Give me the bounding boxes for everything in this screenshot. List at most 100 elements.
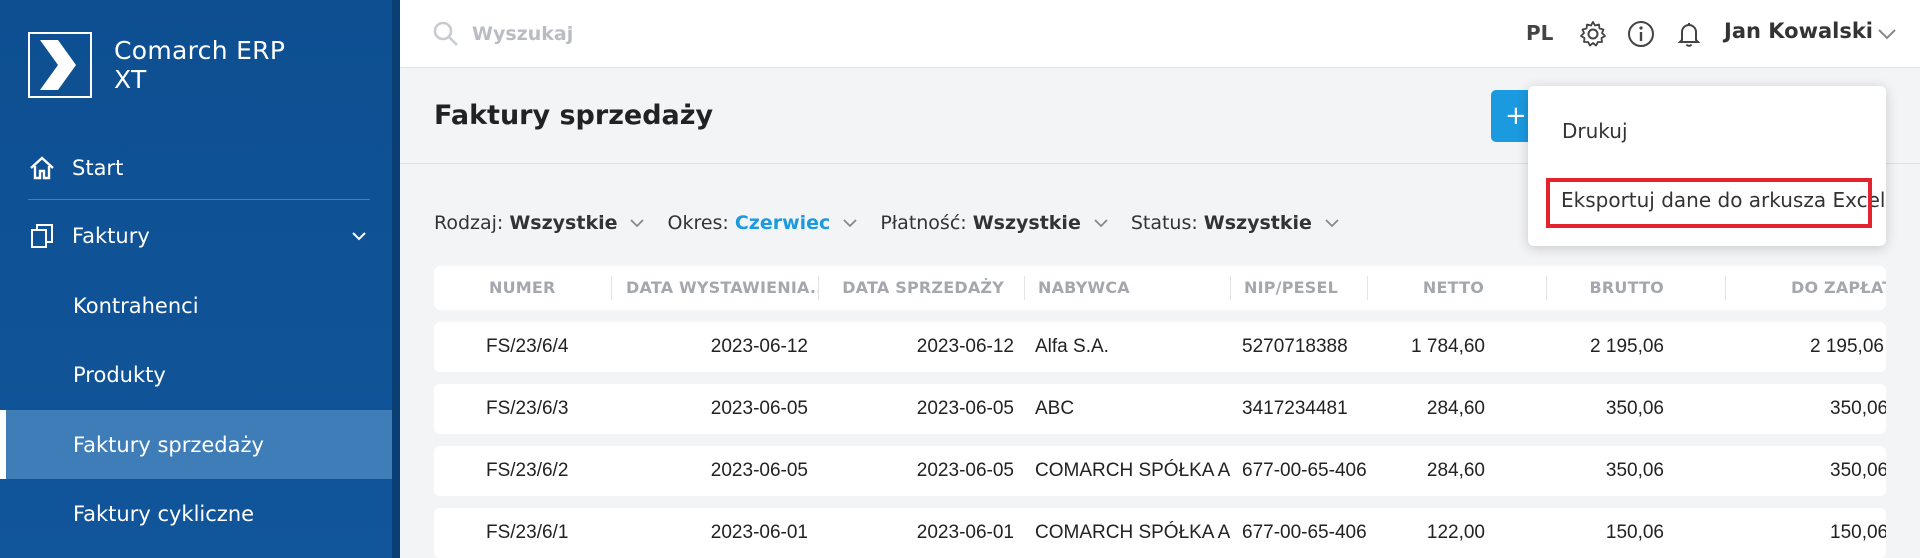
table-row[interactable]: FS/23/6/2 2023-06-05 2023-06-05 COMARCH …: [434, 446, 1886, 496]
sidebar-item-faktury[interactable]: Faktury: [0, 210, 392, 262]
actions-menu: Drukuj Eksportuj dane do arkusza Excel: [1528, 86, 1886, 246]
cell-netto: 1 784,60: [1411, 336, 1485, 357]
filter-rodzaj[interactable]: Rodzaj: Wszystkie: [434, 212, 645, 234]
sidebar-item-label: Faktury cykliczne: [73, 502, 255, 526]
cell-netto: 122,00: [1426, 522, 1485, 543]
cell-data-sprzedazy: 2023-06-05: [916, 398, 1014, 419]
page-title: Faktury sprzedaży: [434, 100, 714, 131]
cell-data-wystawienia: 2023-06-12: [710, 336, 808, 357]
sidebar-item-label: Faktury sprzedaży: [73, 432, 264, 457]
chevron-down-icon: [1094, 219, 1108, 228]
table-row[interactable]: FS/23/6/3 2023-06-05 2023-06-05 ABC 3417…: [434, 384, 1886, 434]
cell-data-wystawienia: 2023-06-05: [710, 460, 808, 481]
filter-key: Rodzaj:: [434, 212, 504, 234]
cell-numer: FS/23/6/3: [486, 398, 569, 419]
cell-numer: FS/23/6/4: [486, 336, 569, 357]
brand[interactable]: Comarch ERP XT: [28, 32, 304, 98]
cell-brutto: 350,06: [1605, 460, 1664, 481]
column-header-data-sprzedazy[interactable]: DATA SPRZEDAŻY: [828, 266, 1004, 310]
cell-netto: 284,60: [1426, 398, 1485, 419]
app-name: Comarch ERP XT: [114, 36, 286, 94]
user-name[interactable]: Jan Kowalski: [1724, 19, 1873, 43]
cell-numer: FS/23/6/1: [486, 522, 569, 543]
filter-value: Wszystkie: [509, 212, 618, 234]
cell-nabywca: COMARCH SPÓŁKA AKCYJNA: [1035, 522, 1230, 543]
comarch-logo-icon: [28, 32, 92, 98]
column-header-nip-pesel[interactable]: NIP/PESEL: [1244, 266, 1364, 310]
column-separator: [1546, 276, 1547, 300]
sidebar-item-produkty[interactable]: Produkty: [0, 347, 392, 403]
filter-bar: Rodzaj: Wszystkie Okres: Czerwiec Płatno…: [434, 212, 1362, 234]
search-icon: [433, 21, 458, 46]
chevron-down-icon[interactable]: [1876, 24, 1898, 44]
sidebar-item-faktury-cykliczne[interactable]: Faktury cykliczne: [0, 486, 392, 542]
gear-icon[interactable]: [1578, 19, 1608, 49]
cell-data-sprzedazy: 2023-06-05: [916, 460, 1014, 481]
filter-value: Czerwiec: [734, 212, 831, 234]
bell-icon[interactable]: [1674, 19, 1704, 49]
column-header-netto[interactable]: NETTO: [1384, 266, 1484, 310]
column-header-brutto[interactable]: BRUTTO: [1564, 266, 1664, 310]
cell-brutto: 2 195,06: [1590, 336, 1664, 357]
filter-key: Okres:: [667, 212, 729, 234]
filter-status[interactable]: Status: Wszystkie: [1131, 212, 1340, 234]
column-header-numer[interactable]: NUMER: [489, 266, 609, 310]
sidebar-item-label: Faktury: [72, 224, 150, 248]
menu-item-print[interactable]: Drukuj: [1562, 119, 1628, 143]
filter-value: Wszystkie: [1203, 212, 1312, 234]
topbar: PL Jan Kowalski: [400, 0, 1920, 68]
chevron-down-icon: [352, 232, 366, 241]
sidebar-item-start[interactable]: Start: [0, 142, 392, 194]
column-separator: [1725, 276, 1726, 300]
sidebar-item-label: Kontrahenci: [73, 294, 199, 318]
column-header-data-wystawienia[interactable]: DATA WYSTAWIENIA...: [626, 266, 818, 310]
cell-do-zaplaty: 350,06: [1830, 398, 1886, 419]
table-header: NUMER DATA WYSTAWIENIA... DATA SPRZEDAŻY…: [434, 266, 1886, 310]
filter-key: Płatność:: [880, 212, 967, 234]
cell-brutto: 150,06: [1605, 522, 1664, 543]
language-selector[interactable]: PL: [1526, 21, 1553, 45]
cell-data-sprzedazy: 2023-06-01: [916, 522, 1014, 543]
cell-do-zaplaty: 150,06: [1830, 522, 1886, 543]
cell-nip-pesel: 677-00-65-406: [1242, 522, 1367, 543]
sidebar: Comarch ERP XT Start Faktury Kontrahenci…: [0, 0, 392, 558]
sidebar-item-label: Produkty: [73, 363, 166, 387]
cell-nabywca: COMARCH SPÓŁKA AKCYJNA: [1035, 460, 1230, 481]
sidebar-edge: [392, 0, 400, 558]
cell-nip-pesel: 3417234481: [1242, 398, 1348, 419]
column-separator: [818, 276, 819, 300]
cell-nip-pesel: 677-00-65-406: [1242, 460, 1367, 481]
filter-platnosc[interactable]: Płatność: Wszystkie: [880, 212, 1109, 234]
column-separator: [611, 276, 612, 300]
sidebar-item-kontrahenci[interactable]: Kontrahenci: [0, 278, 392, 334]
cell-do-zaplaty: 2 195,06: [1810, 336, 1884, 357]
column-separator: [1230, 276, 1231, 300]
sidebar-item-faktury-sprzedazy[interactable]: Faktury sprzedaży: [0, 410, 392, 479]
table-row[interactable]: FS/23/6/1 2023-06-01 2023-06-01 COMARCH …: [434, 508, 1886, 558]
cell-data-wystawienia: 2023-06-05: [710, 398, 808, 419]
divider: [28, 199, 370, 200]
highlight-box: [1546, 178, 1872, 228]
search-input[interactable]: [472, 18, 872, 50]
cell-do-zaplaty: 350,06: [1830, 460, 1886, 481]
cell-brutto: 350,06: [1605, 398, 1664, 419]
home-icon: [30, 156, 54, 180]
invoices-table: NUMER DATA WYSTAWIENIA... DATA SPRZEDAŻY…: [434, 266, 1886, 558]
chevron-down-icon: [630, 219, 645, 228]
filter-okres[interactable]: Okres: Czerwiec: [667, 212, 858, 234]
column-header-do-zaplaty[interactable]: DO ZAPŁATY: [1791, 266, 1886, 310]
cell-nabywca: Alfa S.A.: [1035, 336, 1109, 357]
chevron-down-icon: [843, 219, 857, 228]
cell-data-wystawienia: 2023-06-01: [710, 522, 808, 543]
cell-nabywca: ABC: [1035, 398, 1075, 419]
chevron-down-icon: [1325, 219, 1339, 228]
sidebar-item-label: Start: [72, 156, 124, 180]
column-separator: [1367, 276, 1368, 300]
table-row[interactable]: FS/23/6/4 2023-06-12 2023-06-12 Alfa S.A…: [434, 322, 1886, 372]
filter-value: Wszystkie: [972, 212, 1081, 234]
info-icon[interactable]: [1626, 19, 1656, 49]
cell-netto: 284,60: [1426, 460, 1485, 481]
cell-nip-pesel: 5270718388: [1242, 336, 1348, 357]
cell-numer: FS/23/6/2: [486, 460, 569, 481]
column-header-nabywca[interactable]: NABYWCA: [1038, 266, 1208, 310]
